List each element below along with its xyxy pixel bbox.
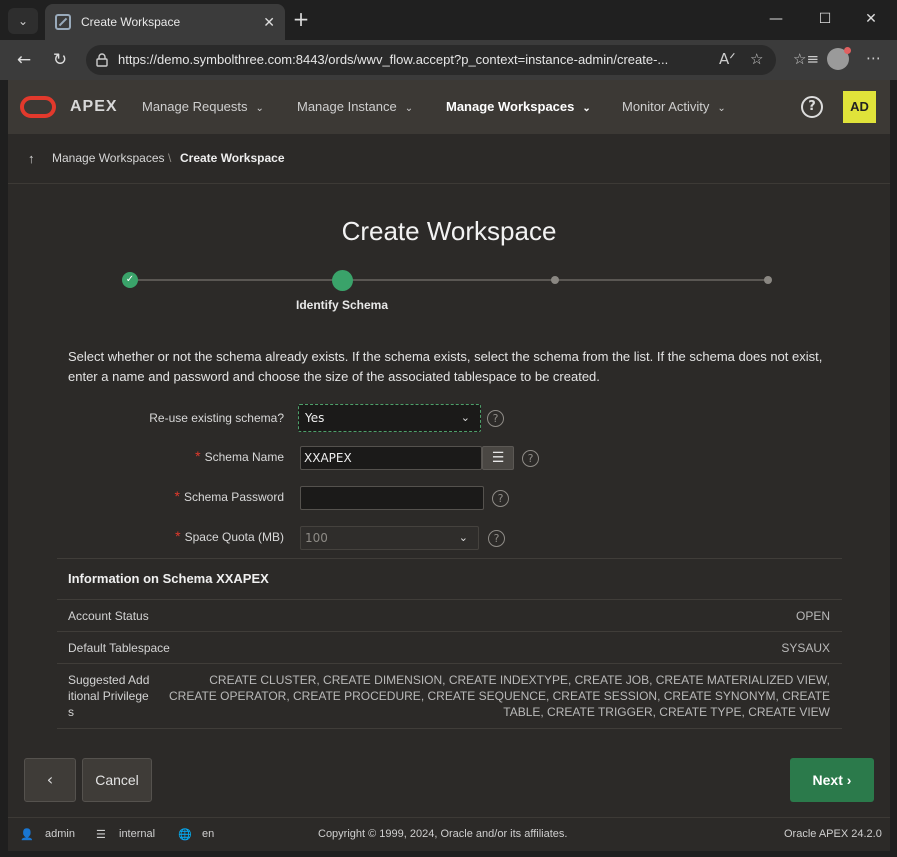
- schema-password-label-text: Schema Password: [183, 490, 284, 504]
- lock-icon[interactable]: [96, 53, 108, 67]
- browser-tab[interactable]: Create Workspace ✕: [45, 4, 285, 40]
- info-value-account-status: OPEN: [795, 609, 830, 623]
- globe-icon: 🌐: [178, 829, 192, 841]
- maximize-icon[interactable]: ☐: [805, 6, 845, 32]
- cancel-button[interactable]: Cancel: [82, 758, 152, 802]
- required-marker: *: [174, 488, 180, 504]
- info-value-suggested-privileges: CREATE CLUSTER, CREATE DIMENSION, CREATE…: [169, 673, 830, 719]
- new-tab-icon[interactable]: +: [290, 8, 312, 32]
- menu-label: Monitor Activity: [622, 99, 710, 114]
- schema-name-input[interactable]: XXAPEX: [300, 446, 482, 470]
- schema-name-label-text: Schema Name: [204, 450, 284, 464]
- schema-password-input[interactable]: [300, 486, 484, 510]
- breadcrumb-separator: \: [168, 151, 172, 165]
- user-icon: 👤: [20, 829, 34, 841]
- required-marker: *: [195, 448, 201, 464]
- more-menu-icon[interactable]: ⋯: [866, 49, 881, 67]
- apex-logo-text[interactable]: APEX: [70, 98, 118, 116]
- address-bar[interactable]: https://demo.symbolthree.com:8443/ords/w…: [86, 45, 776, 75]
- help-question-icon[interactable]: ?: [487, 410, 504, 427]
- menu-monitor-activity[interactable]: Monitor Activity ⌄: [622, 99, 726, 114]
- footer-user[interactable]: admin: [45, 828, 75, 840]
- footer-workspace[interactable]: internal: [119, 828, 155, 840]
- info-key-suggested-privileges: Suggested Additional Privileges: [68, 673, 150, 719]
- chevron-right-icon: ›: [846, 772, 852, 788]
- breadcrumb-current: Create Workspace: [180, 151, 285, 165]
- help-icon[interactable]: ?: [801, 96, 823, 118]
- schema-info-title: Information on Schema XXAPEX: [68, 571, 269, 586]
- minimize-icon[interactable]: —: [756, 6, 796, 32]
- space-quota-select[interactable]: 100 ⌄: [300, 526, 479, 550]
- reuse-schema-select[interactable]: Yes ⌄: [298, 404, 481, 432]
- tab-title: Create Workspace: [81, 15, 181, 29]
- chevron-down-icon: ⌄: [255, 103, 264, 114]
- schema-password-label: * Schema Password: [100, 488, 285, 504]
- step-complete-check-icon: ✓: [122, 272, 138, 288]
- previous-button[interactable]: ‹: [24, 758, 76, 802]
- footer-version: Oracle APEX 24.2.0: [784, 828, 882, 840]
- info-divider: [57, 663, 842, 664]
- list-of-values-icon[interactable]: ☰: [482, 446, 514, 470]
- menu-label: Manage Workspaces: [446, 99, 575, 114]
- required-marker: *: [175, 528, 181, 544]
- footer-copyright: Copyright © 1999, 2024, Oracle and/or it…: [318, 828, 568, 840]
- help-question-icon[interactable]: ?: [488, 530, 505, 547]
- oracle-logo-icon[interactable]: [20, 96, 56, 118]
- read-aloud-icon[interactable]: Aᐟ: [719, 50, 736, 68]
- step-current-marker: [332, 270, 353, 291]
- wizard-progress-track: [130, 279, 768, 281]
- reuse-schema-label: Re-use existing schema?: [149, 411, 284, 425]
- back-arrow-icon[interactable]: ←: [11, 48, 37, 72]
- chevron-down-icon: ⌄: [404, 103, 414, 114]
- menu-manage-instance[interactable]: Manage Instance ⌄: [297, 99, 413, 114]
- next-button-label: Next: [812, 772, 843, 788]
- up-arrow-icon[interactable]: ↑: [28, 151, 35, 166]
- apex-favicon-icon: [55, 14, 71, 30]
- menu-label: Manage Requests: [142, 99, 248, 114]
- reuse-schema-value: Yes: [305, 411, 325, 425]
- schema-name-label: * Schema Name: [100, 448, 284, 464]
- user-avatar[interactable]: AD: [843, 91, 876, 123]
- space-quota-label: * Space Quota (MB): [100, 528, 284, 544]
- tab-actions-chevron-icon[interactable]: ⌄: [8, 8, 38, 34]
- chevron-down-icon: ⌄: [458, 531, 468, 544]
- space-quota-label-text: Space Quota (MB): [184, 530, 284, 544]
- chevron-down-icon: ⌄: [460, 411, 470, 424]
- favorite-star-icon[interactable]: ☆: [750, 50, 763, 68]
- space-quota-value: 100: [305, 531, 328, 545]
- chevron-down-icon: ⌄: [582, 103, 591, 114]
- info-key-account-status: Account Status: [68, 609, 149, 623]
- close-window-icon[interactable]: ✕: [851, 6, 891, 32]
- help-question-icon[interactable]: ?: [522, 450, 539, 467]
- step-pending-marker: [764, 276, 772, 284]
- menu-manage-requests[interactable]: Manage Requests ⌄: [142, 99, 264, 114]
- instructions-text: Select whether or not the schema already…: [68, 349, 823, 384]
- help-question-icon[interactable]: ?: [492, 490, 509, 507]
- menu-manage-workspaces[interactable]: Manage Workspaces ⌄: [446, 99, 591, 114]
- step-label: Identify Schema: [295, 298, 389, 312]
- info-value-default-tablespace: SYSAUX: [781, 641, 830, 655]
- next-button[interactable]: Next ›: [790, 758, 874, 802]
- refresh-icon[interactable]: ↻: [47, 48, 73, 72]
- info-divider: [57, 599, 842, 600]
- favorites-list-icon[interactable]: ☆≡: [793, 50, 819, 68]
- info-key-default-tablespace: Default Tablespace: [68, 641, 170, 655]
- menu-label: Manage Instance: [297, 99, 397, 114]
- footer-language[interactable]: en: [202, 828, 214, 840]
- database-icon: ☰: [96, 829, 106, 841]
- profile-badge-icon: [844, 47, 851, 54]
- close-tab-icon[interactable]: ✕: [263, 14, 275, 31]
- step-pending-marker: [551, 276, 559, 284]
- page-title: Create Workspace: [341, 216, 557, 246]
- breadcrumb-parent-link[interactable]: Manage Workspaces: [52, 151, 165, 165]
- chevron-down-icon: ⌄: [717, 103, 726, 114]
- info-divider: [57, 631, 842, 632]
